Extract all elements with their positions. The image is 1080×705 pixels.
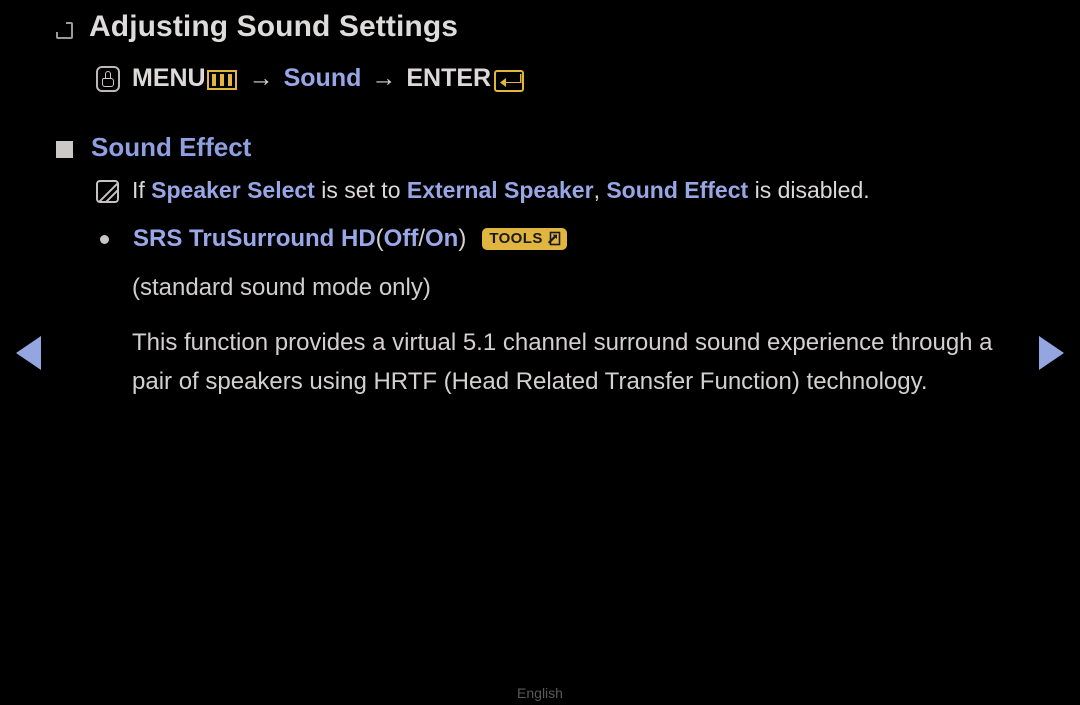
option-paren-open: ( xyxy=(375,225,384,252)
triangle-right-icon[interactable] xyxy=(1039,336,1064,370)
note-term-sound-effect: Sound Effect xyxy=(606,177,749,203)
triangle-left-icon[interactable] xyxy=(16,336,41,370)
section-heading-row: Sound Effect xyxy=(56,132,251,163)
note-middle: is set to xyxy=(314,177,407,203)
hand-pointer-icon xyxy=(96,65,120,92)
note-text: If Speaker Select is set to External Spe… xyxy=(132,177,870,205)
option-value-off[interactable]: Off xyxy=(384,225,419,253)
note-pencil-icon xyxy=(96,180,119,203)
menu-path-target-label: Sound xyxy=(283,64,362,92)
tools-badge-label: TOOLS xyxy=(489,230,543,247)
menu-path-separator-2: → xyxy=(371,64,397,92)
menu-path-separator-1: → xyxy=(248,64,274,92)
option-paren-close: ) xyxy=(458,225,467,252)
note-prefix: If xyxy=(132,177,152,203)
option-row[interactable]: SRS TruSurround HD (Off / On) TOOLS xyxy=(100,225,567,253)
note-term-speaker-select: Speaker Select xyxy=(151,177,315,203)
menu-bars-icon xyxy=(206,69,237,90)
footer-language: English xyxy=(517,685,563,701)
filled-square-icon xyxy=(56,141,73,158)
note-row: If Speaker Select is set to External Spe… xyxy=(96,177,870,205)
option-value-on[interactable]: On xyxy=(425,225,458,253)
note-term-external-speaker: External Speaker xyxy=(406,177,594,203)
option-label: SRS TruSurround HD xyxy=(133,225,376,252)
tools-badge[interactable]: TOOLS xyxy=(482,228,567,250)
enter-return-icon xyxy=(494,69,525,92)
section-title: Sound Effect xyxy=(91,132,252,162)
page-title-row: Adjusting Sound Settings xyxy=(56,10,458,44)
menu-path: MENU → Sound → ENTER xyxy=(96,64,525,93)
menu-path-enter-label: ENTER xyxy=(406,64,492,92)
sub-note: (standard sound mode only) xyxy=(132,274,431,301)
note-comma: , xyxy=(593,177,607,203)
dot-bullet-icon xyxy=(100,234,109,244)
tools-arrow-icon xyxy=(546,231,561,246)
menu-path-menu-label: MENU xyxy=(132,64,206,92)
page-title: Adjusting Sound Settings xyxy=(89,10,459,43)
hollow-square-icon xyxy=(56,21,73,39)
option-value-divider: / xyxy=(418,225,425,252)
note-suffix: is disabled. xyxy=(748,177,870,203)
body-paragraph: This function provides a virtual 5.1 cha… xyxy=(132,329,993,395)
